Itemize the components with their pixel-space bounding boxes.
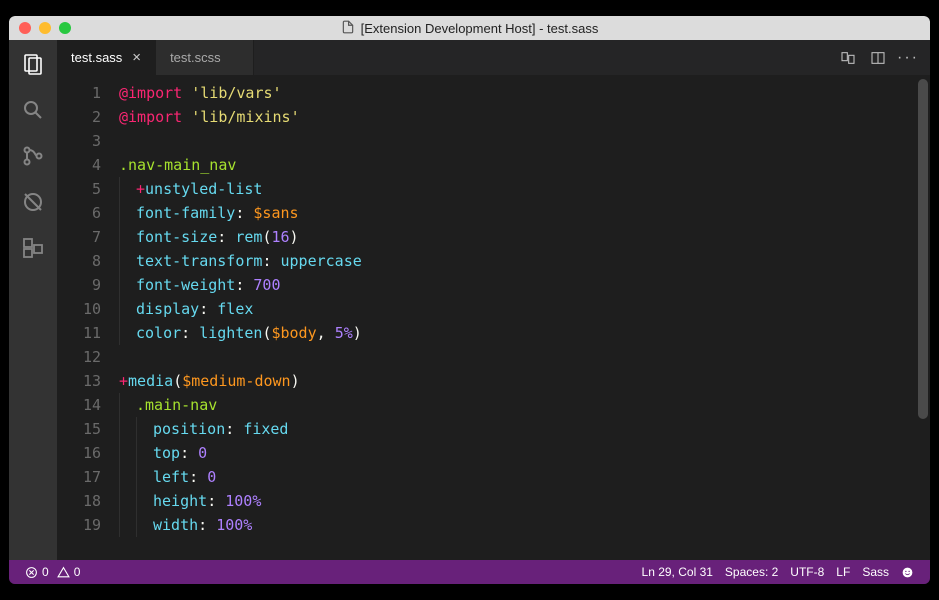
window-body: test.sass×test.scss× ··· 123456789101112…	[9, 40, 930, 560]
status-eol[interactable]: LF	[830, 560, 856, 584]
code-line: color: lighten($body, 5%)	[119, 321, 916, 345]
line-number: 15	[57, 417, 101, 441]
code-line: width: 100%	[119, 513, 916, 537]
line-number: 18	[57, 489, 101, 513]
search-icon[interactable]	[19, 96, 47, 124]
file-icon	[341, 20, 355, 37]
close-icon[interactable]: ×	[132, 50, 141, 65]
status-cursor[interactable]: Ln 29, Col 31	[636, 560, 719, 584]
status-encoding[interactable]: UTF-8	[784, 560, 830, 584]
maximize-button[interactable]	[59, 22, 71, 34]
code-line: font-size: rem(16)	[119, 225, 916, 249]
line-number: 13	[57, 369, 101, 393]
tabs-bar: test.sass × test.scss× ···	[57, 40, 930, 75]
code-line: .nav-main_nav	[119, 153, 916, 177]
code-line: position: fixed	[119, 417, 916, 441]
code-line: left: 0	[119, 465, 916, 489]
split-editor-icon[interactable]	[870, 50, 886, 66]
code-line: font-family: $sans	[119, 201, 916, 225]
line-number: 1	[57, 81, 101, 105]
line-number: 8	[57, 249, 101, 273]
code-line: font-weight: 700	[119, 273, 916, 297]
code-line: display: flex	[119, 297, 916, 321]
activity-bar	[9, 40, 57, 560]
tab-label: test.sass	[71, 50, 122, 65]
line-number: 6	[57, 201, 101, 225]
code-line	[119, 129, 916, 153]
tab-test-scss[interactable]: test.scss×	[156, 40, 254, 75]
line-number: 3	[57, 129, 101, 153]
feedback-icon[interactable]	[895, 560, 920, 584]
titlebar: [Extension Development Host] - test.sass	[9, 16, 930, 40]
close-button[interactable]	[19, 22, 31, 34]
compare-icon[interactable]	[840, 50, 856, 66]
code-line: @import 'lib/mixins'	[119, 105, 916, 129]
status-language[interactable]: Sass	[856, 560, 895, 584]
line-number: 4	[57, 153, 101, 177]
source-control-icon[interactable]	[19, 142, 47, 170]
code-line: @import 'lib/vars'	[119, 81, 916, 105]
line-number: 11	[57, 321, 101, 345]
editor-group: test.sass×test.scss× ··· 123456789101112…	[57, 40, 930, 560]
line-number: 2	[57, 105, 101, 129]
minimize-button[interactable]	[39, 22, 51, 34]
tab-test-sass[interactable]: test.sass ×	[57, 40, 156, 75]
line-number: 7	[57, 225, 101, 249]
line-number: 14	[57, 393, 101, 417]
code-line: +media($medium-down)	[119, 369, 916, 393]
code-line: text-transform: uppercase	[119, 249, 916, 273]
line-numbers: 12345678910111213141516171819	[57, 75, 115, 560]
status-bar: 0 0 Ln 29, Col 31 Spaces: 2 UTF-8 LF Sas…	[9, 560, 930, 584]
code-area[interactable]: @import 'lib/vars'@import 'lib/mixins' .…	[115, 75, 916, 560]
code-line: height: 100%	[119, 489, 916, 513]
line-number: 12	[57, 345, 101, 369]
scrollbar-thumb[interactable]	[918, 79, 928, 419]
line-number: 5	[57, 177, 101, 201]
code-line: +unstyled-list	[119, 177, 916, 201]
line-number: 19	[57, 513, 101, 537]
tab-label: test.scss	[170, 50, 221, 65]
code-line: .main-nav	[119, 393, 916, 417]
extensions-icon[interactable]	[19, 234, 47, 262]
line-number: 10	[57, 297, 101, 321]
scrollbar-track[interactable]	[916, 75, 930, 560]
window-controls	[9, 22, 71, 34]
more-icon[interactable]: ···	[900, 50, 916, 66]
debug-icon[interactable]	[19, 188, 47, 216]
status-problems[interactable]: 0 0	[19, 560, 86, 584]
line-number: 16	[57, 441, 101, 465]
status-errors-count: 0	[42, 565, 49, 579]
status-indent[interactable]: Spaces: 2	[719, 560, 784, 584]
vscode-window: [Extension Development Host] - test.sass	[9, 16, 930, 584]
editor-actions: ···	[826, 40, 930, 75]
explorer-icon[interactable]	[19, 50, 47, 78]
code-line	[119, 345, 916, 369]
window-title: [Extension Development Host] - test.sass	[361, 21, 599, 36]
code-editor[interactable]: 12345678910111213141516171819 @import 'l…	[57, 75, 930, 560]
line-number: 17	[57, 465, 101, 489]
line-number: 9	[57, 273, 101, 297]
status-warnings-count: 0	[74, 565, 81, 579]
code-line: top: 0	[119, 441, 916, 465]
